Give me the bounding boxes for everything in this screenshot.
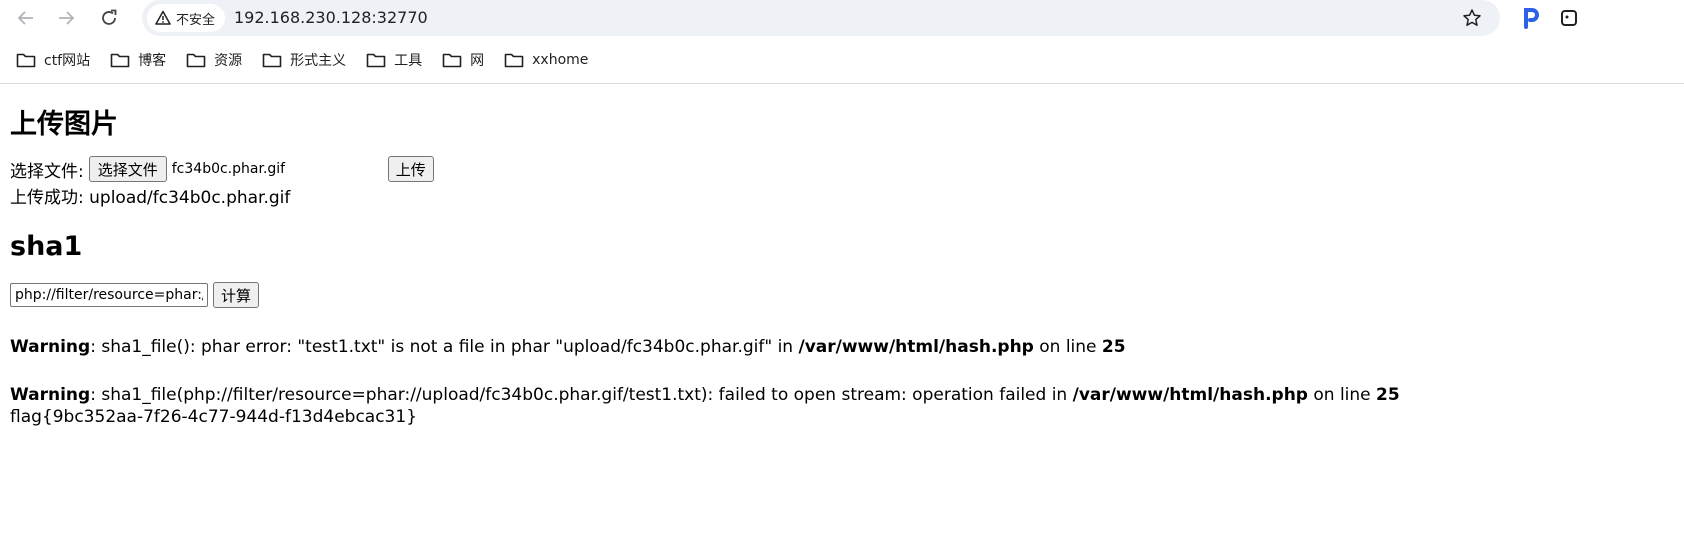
bookmark-folder[interactable]: 形式主义 <box>262 50 346 70</box>
upload-row: 选择文件: 选择文件 fc34b0c.phar.gif 上传 <box>10 156 1674 182</box>
bookmark-label: xxhome <box>532 51 589 68</box>
selected-file-name: fc34b0c.phar.gif <box>171 161 286 177</box>
bookmark-folder[interactable]: xxhome <box>504 51 588 69</box>
folder-icon <box>186 53 206 67</box>
warning-file: /var/www/html/hash.php <box>798 337 1034 357</box>
bookmark-label: 形式主义 <box>290 52 347 69</box>
upload-form: 选择文件: 选择文件 fc34b0c.phar.gif 上传 <box>10 156 1674 182</box>
reload-icon <box>102 9 117 25</box>
reload-button[interactable] <box>95 4 123 32</box>
bookmark-label: 博客 <box>138 52 167 69</box>
bookmark-label: 网 <box>470 52 485 69</box>
folder-icon <box>366 53 386 67</box>
back-button[interactable] <box>12 4 40 32</box>
bookmark-folder[interactable]: 资源 <box>186 50 242 70</box>
warning-text: : sha1_file(php://filter/resource=phar:/… <box>90 385 1073 405</box>
arrow-left-icon <box>17 11 33 25</box>
warning-message: Warning: sha1_file(): phar error: "test1… <box>10 336 1674 358</box>
extension-button[interactable] <box>1520 6 1544 30</box>
upload-title: 上传图片 <box>10 109 118 140</box>
upload-result: 上传成功: upload/fc34b0c.phar.gif <box>10 188 291 208</box>
bookmarks-bar: ctf网站 博客 资源 形式主义 工具 网 xxhome <box>0 36 1684 84</box>
compute-button[interactable]: 计算 <box>213 282 260 308</box>
bookmark-label: ctf网站 <box>44 52 91 69</box>
folder-icon <box>262 53 282 67</box>
flag-output: flag{9bc352aa-7f26-4c77-944d-f13d4ebcac3… <box>10 407 418 427</box>
bookmark-folder[interactable]: 工具 <box>366 50 422 70</box>
forward-button[interactable] <box>52 4 80 32</box>
warning-message: Warning: sha1_file(php://filter/resource… <box>10 384 1674 406</box>
extension-p-icon <box>1524 8 1539 29</box>
warning-triangle-icon <box>155 10 171 25</box>
security-label: 不安全 <box>176 12 216 28</box>
upload-button[interactable]: 上传 <box>387 156 434 182</box>
folder-icon <box>16 53 36 67</box>
bookmark-folder[interactable]: 博客 <box>110 50 166 70</box>
url-text[interactable]: 192.168.230.128:32770 <box>234 8 428 27</box>
bookmark-label: 资源 <box>214 52 243 69</box>
hash-title: sha1 <box>10 231 83 262</box>
warning-line: 25 <box>1376 385 1400 405</box>
warning-line: 25 <box>1101 337 1126 357</box>
choose-file-button[interactable]: 选择文件 <box>88 156 167 182</box>
bookmark-label: 工具 <box>394 52 423 69</box>
bookmark-star-button[interactable] <box>1460 6 1484 30</box>
folder-icon <box>110 53 130 67</box>
bookmark-folder[interactable]: 网 <box>442 50 484 70</box>
star-icon <box>1463 9 1481 26</box>
upload-label: 选择文件: <box>10 161 84 182</box>
security-chip[interactable]: 不安全 <box>147 4 226 32</box>
extension-icon <box>1561 10 1577 26</box>
browser-toolbar: 不安全 192.168.230.128:32770 <box>0 0 1684 36</box>
address-bar[interactable]: 不安全 192.168.230.128:32770 <box>142 0 1500 36</box>
page-content: 上传图片 选择文件: 选择文件 fc34b0c.phar.gif 上传 上传成功… <box>0 108 1684 428</box>
bookmark-folder[interactable]: ctf网站 <box>16 50 90 70</box>
extension-button-2[interactable] <box>1560 8 1580 28</box>
warning-text: : sha1_file(): phar error: "test1.txt" i… <box>90 337 799 357</box>
folder-icon <box>504 53 524 67</box>
warning-label: Warning <box>10 337 91 357</box>
warning-on-line: on line <box>1033 337 1102 357</box>
warning-on-line: on line <box>1307 385 1377 405</box>
arrow-right-icon <box>59 11 75 25</box>
hash-row: 计算 <box>10 282 1674 308</box>
warning-file: /var/www/html/hash.php <box>1072 385 1308 405</box>
folder-icon <box>442 53 462 67</box>
warning-label: Warning <box>10 385 91 405</box>
hash-form: 计算 <box>10 282 1674 308</box>
hash-input[interactable] <box>10 283 208 307</box>
